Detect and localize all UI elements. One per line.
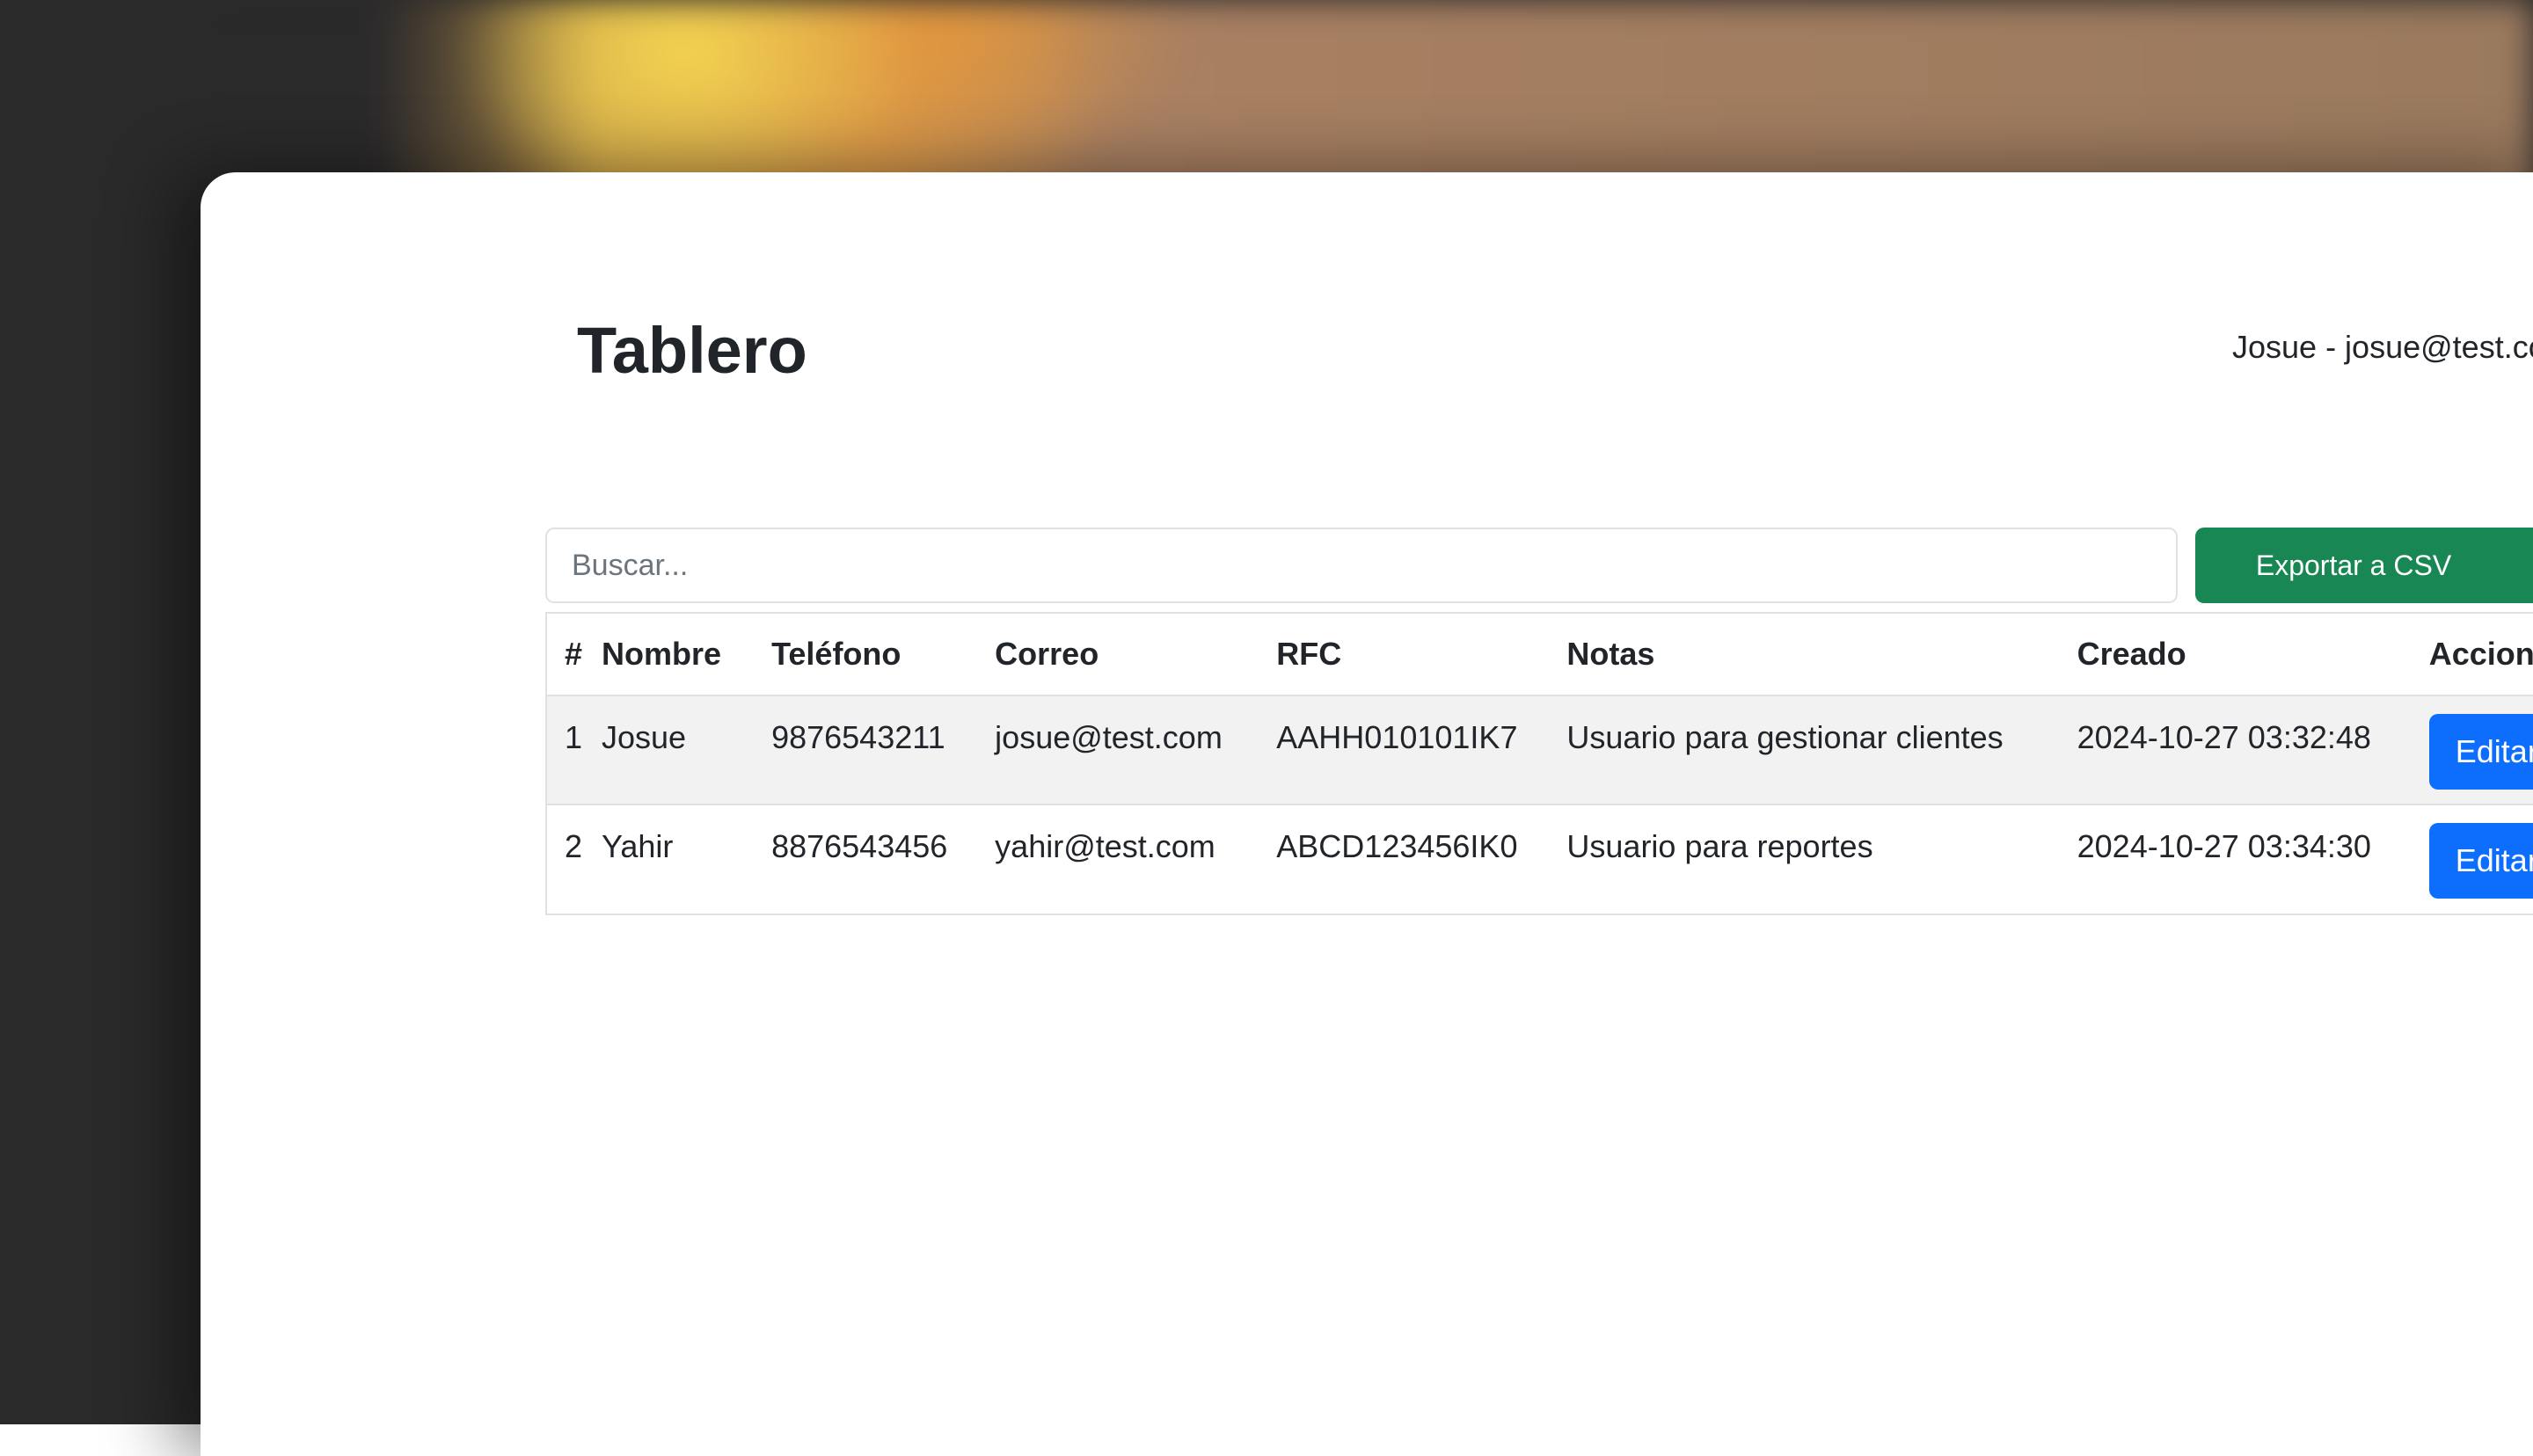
- cell-actions: Editar: [2411, 695, 2533, 804]
- cell-name: Josue: [584, 695, 755, 804]
- column-header-rfc: RFC: [1259, 614, 1550, 696]
- export-csv-button[interactable]: Exportar a CSV: [2195, 528, 2533, 603]
- cell-name: Yahir: [584, 804, 755, 914]
- user-info: Josue - josue@test.com: [2232, 329, 2533, 365]
- cell-phone: 9876543211: [754, 695, 978, 804]
- cell-actions: Editar: [2411, 804, 2533, 914]
- table-row: 2 Yahir 8876543456 yahir@test.com ABCD12…: [547, 804, 2533, 914]
- cell-rfc: ABCD123456IK0: [1259, 804, 1550, 914]
- edit-button[interactable]: Editar: [2428, 823, 2533, 899]
- cell-number: 1: [547, 695, 585, 804]
- column-header-actions: Acciones: [2411, 614, 2533, 696]
- column-header-notes: Notas: [1549, 614, 2060, 696]
- column-header-email: Correo: [977, 614, 1259, 696]
- cell-phone: 8876543456: [754, 804, 978, 914]
- cell-email: yahir@test.com: [977, 804, 1259, 914]
- search-input[interactable]: [545, 528, 2178, 603]
- toolbar: Exportar a CSV: [545, 528, 2533, 603]
- cell-notes: Usuario para reportes: [1549, 804, 2060, 914]
- column-header-created: Creado: [2059, 614, 2412, 696]
- edit-button[interactable]: Editar: [2428, 714, 2533, 790]
- column-header-name: Nombre: [584, 614, 755, 696]
- app-window: Tablero Josue - josue@test.com Exportar …: [201, 172, 2533, 1456]
- column-header-phone: Teléfono: [754, 614, 978, 696]
- table-header-row: # Nombre Teléfono Correo RFC Notas Cread…: [547, 614, 2533, 696]
- clients-table-container: # Nombre Teléfono Correo RFC Notas Cread…: [545, 612, 2533, 915]
- export-csv-label: Exportar a CSV: [2255, 550, 2452, 581]
- table-row: 1 Josue 9876543211 josue@test.com AAHH01…: [547, 695, 2533, 804]
- cell-notes: Usuario para gestionar clientes: [1549, 695, 2060, 804]
- cell-rfc: AAHH010101IK7: [1259, 695, 1550, 804]
- cell-created: 2024-10-27 03:32:48: [2059, 695, 2412, 804]
- clients-table: # Nombre Teléfono Correo RFC Notas Cread…: [547, 614, 2533, 914]
- page-title: Tablero: [577, 314, 807, 387]
- cell-number: 2: [547, 804, 585, 914]
- column-header-number: #: [547, 614, 585, 696]
- cell-created: 2024-10-27 03:34:30: [2059, 804, 2412, 914]
- cell-email: josue@test.com: [977, 695, 1259, 804]
